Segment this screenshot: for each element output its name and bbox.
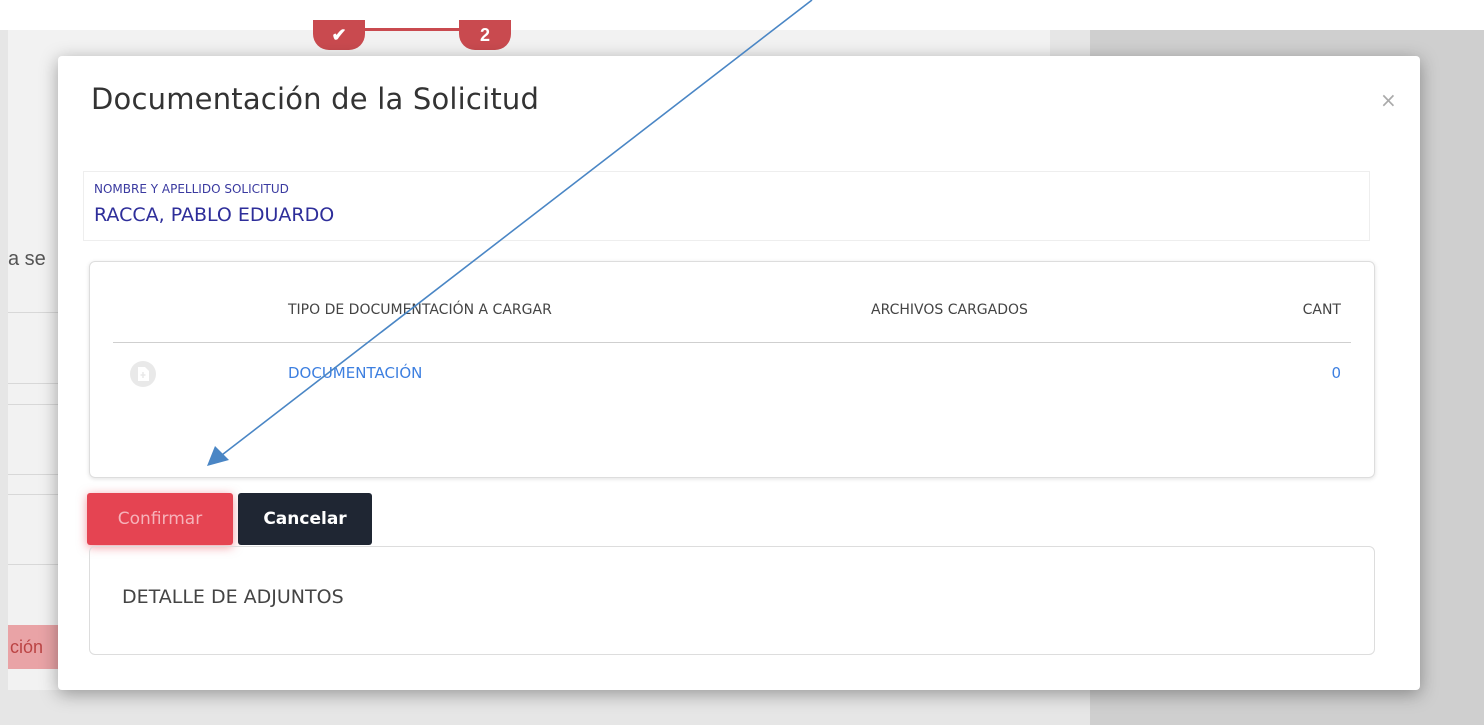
attachments-card: DETALLE DE ADJUNTOS xyxy=(89,546,1375,655)
background-divider xyxy=(8,312,58,313)
background-divider xyxy=(8,494,58,495)
applicant-label: NOMBRE Y APELLIDO SOLICITUD xyxy=(94,182,289,196)
background-divider xyxy=(8,564,58,565)
column-header-tipo: TIPO DE DOCUMENTACIÓN A CARGAR xyxy=(288,302,552,318)
cancel-button[interactable]: Cancelar xyxy=(238,493,372,545)
background-divider xyxy=(8,474,58,475)
upload-file-icon[interactable] xyxy=(130,361,156,387)
stepper-step-2: 2 xyxy=(459,20,511,50)
modal-title: Documentación de la Solicitud xyxy=(91,82,540,116)
close-icon[interactable]: × xyxy=(1380,88,1397,112)
column-header-cant: CANT xyxy=(1302,302,1341,318)
table-divider xyxy=(113,342,1351,343)
stepper-step-1: ✔ xyxy=(313,20,365,50)
file-glyph xyxy=(138,367,149,381)
documentation-modal: Documentación de la Solicitud × NOMBRE Y… xyxy=(58,56,1420,690)
confirm-button[interactable]: Confirmar xyxy=(87,493,233,545)
documentation-link[interactable]: DOCUMENTACIÓN xyxy=(288,364,422,382)
attachments-title: DETALLE DE ADJUNTOS xyxy=(122,586,344,608)
applicant-box: NOMBRE Y APELLIDO SOLICITUD RACCA, PABLO… xyxy=(83,171,1370,241)
background-divider xyxy=(8,404,58,405)
applicant-name: RACCA, PABLO EDUARDO xyxy=(94,204,335,226)
column-header-archivos: ARCHIVOS CARGADOS xyxy=(871,302,1028,318)
background-partial-text: a se xyxy=(8,248,46,270)
stepper: ✔ 2 xyxy=(313,20,518,54)
background-partial-button: ción xyxy=(8,625,58,669)
background-divider xyxy=(8,383,58,384)
documentation-table-card: TIPO DE DOCUMENTACIÓN A CARGAR ARCHIVOS … xyxy=(89,261,1375,478)
stepper-line xyxy=(363,28,473,31)
top-strip xyxy=(0,0,1484,30)
documentation-count: 0 xyxy=(1331,364,1341,382)
